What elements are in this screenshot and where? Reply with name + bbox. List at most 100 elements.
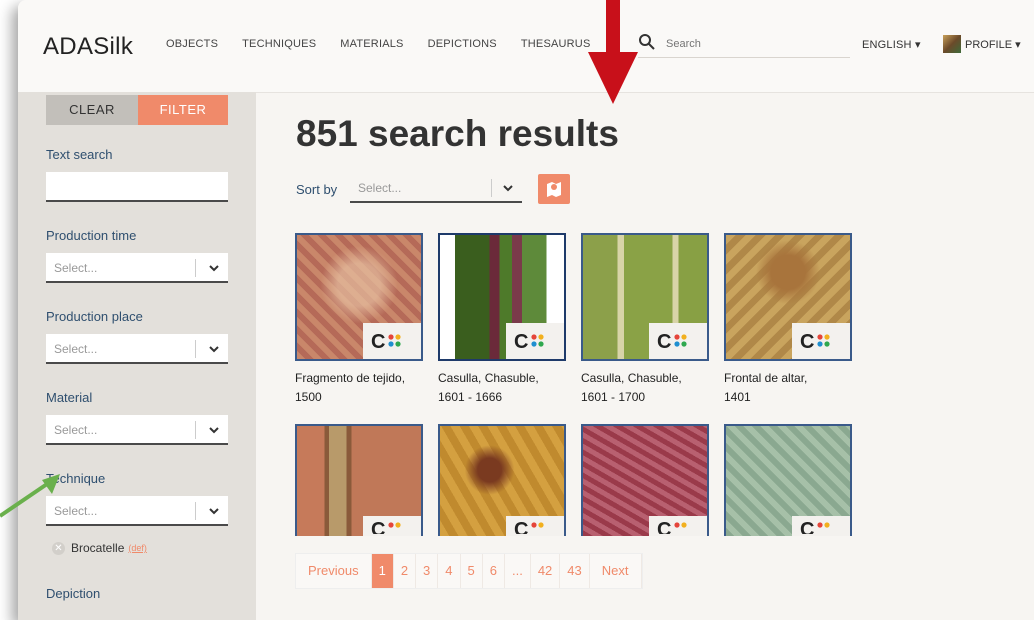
page-2[interactable]: 2: [393, 554, 417, 588]
result-card[interactable]: C: [438, 424, 566, 536]
search-input[interactable]: [664, 33, 848, 55]
page-title: 851 search results: [296, 113, 619, 154]
page-4[interactable]: 4: [438, 554, 461, 588]
result-caption[interactable]: Casulla, Chasuble, 1601 - 1700: [581, 369, 709, 407]
cer-logo-icon: C: [514, 519, 544, 534]
result-date: 1601 - 1666: [438, 390, 503, 404]
remove-filter-icon[interactable]: ✕: [52, 541, 65, 555]
chevron-down-icon: [503, 185, 513, 192]
nav-materials[interactable]: MATERIALS: [340, 38, 403, 50]
result-date: 1401: [724, 390, 751, 404]
page-42[interactable]: 42: [530, 554, 561, 588]
avatar: [943, 35, 961, 53]
result-caption[interactable]: Casulla, Chasuble, 1601 - 1666: [438, 369, 566, 407]
result-thumbnail[interactable]: C: [581, 233, 709, 361]
page-3[interactable]: 3: [416, 554, 439, 588]
result-date: 1601 - 1700: [581, 390, 646, 404]
result-date: 1500: [295, 390, 322, 404]
page-1[interactable]: 1: [371, 554, 394, 588]
result-thumbnail[interactable]: C: [724, 233, 852, 361]
main-nav: OBJECTS TECHNIQUES MATERIALS DEPICTIONS …: [166, 38, 591, 50]
svg-text:C: C: [371, 331, 385, 352]
annotation-arrow-red: [588, 0, 638, 104]
result-thumbnail[interactable]: C: [438, 424, 566, 536]
select-divider: [195, 421, 196, 439]
nav-objects[interactable]: OBJECTS: [166, 38, 218, 50]
active-filter-label: Brocatelle: [71, 541, 125, 555]
result-caption[interactable]: Fragmento de tejido, 1500: [295, 369, 423, 407]
svg-text:C: C: [800, 331, 814, 352]
cer-logo-icon: C: [657, 519, 687, 534]
page-6[interactable]: 6: [482, 554, 505, 588]
svg-text:C: C: [371, 519, 385, 534]
sort-select[interactable]: Select...: [350, 173, 522, 203]
nav-techniques[interactable]: TECHNIQUES: [242, 38, 316, 50]
provider-logo: C: [649, 323, 707, 359]
chevron-down-icon: [209, 508, 219, 515]
result-title: Casulla, Chasuble,: [581, 371, 682, 385]
language-selector[interactable]: ENGLISH ▾: [862, 38, 921, 51]
svg-text:C: C: [514, 519, 528, 534]
provider-logo: C: [363, 516, 421, 536]
filter-sidebar: CLEAR FILTER Text search Production time…: [18, 92, 256, 620]
map-icon: [547, 182, 561, 197]
production-time-label: Production time: [46, 228, 137, 243]
text-search-label: Text search: [46, 147, 113, 162]
result-card[interactable]: C: [295, 424, 423, 536]
map-view-button[interactable]: [538, 174, 570, 204]
profile-label: PROFILE ▾: [965, 38, 1021, 51]
select-placeholder: Select...: [54, 261, 98, 275]
profile-menu[interactable]: PROFILE ▾: [943, 35, 1021, 53]
page-43[interactable]: 43: [560, 554, 590, 588]
sort-label: Sort by: [296, 182, 338, 197]
result-caption[interactable]: Frontal de altar, 1401: [724, 369, 852, 407]
annotation-arrow-green: [0, 474, 60, 518]
page-previous[interactable]: Previous: [296, 554, 372, 588]
select-placeholder: Select...: [54, 423, 98, 437]
production-place-select[interactable]: Select...: [46, 334, 228, 364]
select-placeholder: Select...: [358, 181, 402, 195]
provider-logo: C: [506, 516, 564, 536]
top-navbar: ADASilk OBJECTS TECHNIQUES MATERIALS DEP…: [18, 0, 1034, 93]
result-thumbnail[interactable]: C: [295, 233, 423, 361]
result-card[interactable]: C Casulla, Chasuble, 1601 - 1666: [438, 233, 566, 407]
text-search-input[interactable]: [46, 172, 228, 202]
cer-logo-icon: C: [514, 331, 544, 352]
chevron-down-icon: [209, 427, 219, 434]
select-divider: [195, 340, 196, 358]
filter-button[interactable]: FILTER: [138, 95, 228, 125]
material-select[interactable]: Select...: [46, 415, 228, 445]
result-thumbnail[interactable]: C: [724, 424, 852, 536]
filter-buttons: CLEAR FILTER: [46, 95, 228, 125]
result-thumbnail[interactable]: C: [295, 424, 423, 536]
app-window: ADASilk OBJECTS TECHNIQUES MATERIALS DEP…: [18, 0, 1034, 620]
result-title: Frontal de altar,: [724, 371, 808, 385]
page-ellipsis: ...: [504, 554, 531, 588]
provider-logo: C: [792, 323, 850, 359]
cer-logo-icon: C: [371, 519, 401, 534]
page-next[interactable]: Next: [589, 554, 642, 588]
production-place-label: Production place: [46, 309, 143, 324]
technique-select[interactable]: Select...: [46, 496, 228, 526]
production-time-select[interactable]: Select...: [46, 253, 228, 283]
result-thumbnail[interactable]: C: [581, 424, 709, 536]
clear-button[interactable]: CLEAR: [46, 95, 138, 125]
brand-logo[interactable]: ADASilk: [43, 33, 133, 61]
result-card[interactable]: C: [724, 424, 852, 536]
nav-depictions[interactable]: DEPICTIONS: [428, 38, 497, 50]
svg-text:C: C: [657, 519, 671, 534]
cer-logo-icon: C: [657, 331, 687, 352]
result-thumbnail[interactable]: C: [438, 233, 566, 361]
svg-text:C: C: [800, 519, 814, 534]
provider-logo: C: [792, 516, 850, 536]
result-card[interactable]: C: [581, 424, 709, 536]
result-card[interactable]: C Frontal de altar, 1401: [724, 233, 852, 407]
cer-logo-icon: C: [371, 331, 401, 352]
definition-link[interactable]: (def): [128, 543, 147, 553]
active-filter-chip: ✕ Brocatelle (def): [52, 541, 147, 555]
page-5[interactable]: 5: [460, 554, 483, 588]
result-card[interactable]: C Fragmento de tejido, 1500: [295, 233, 423, 407]
provider-logo: C: [649, 516, 707, 536]
provider-logo: C: [506, 323, 564, 359]
result-card[interactable]: C Casulla, Chasuble, 1601 - 1700: [581, 233, 709, 407]
